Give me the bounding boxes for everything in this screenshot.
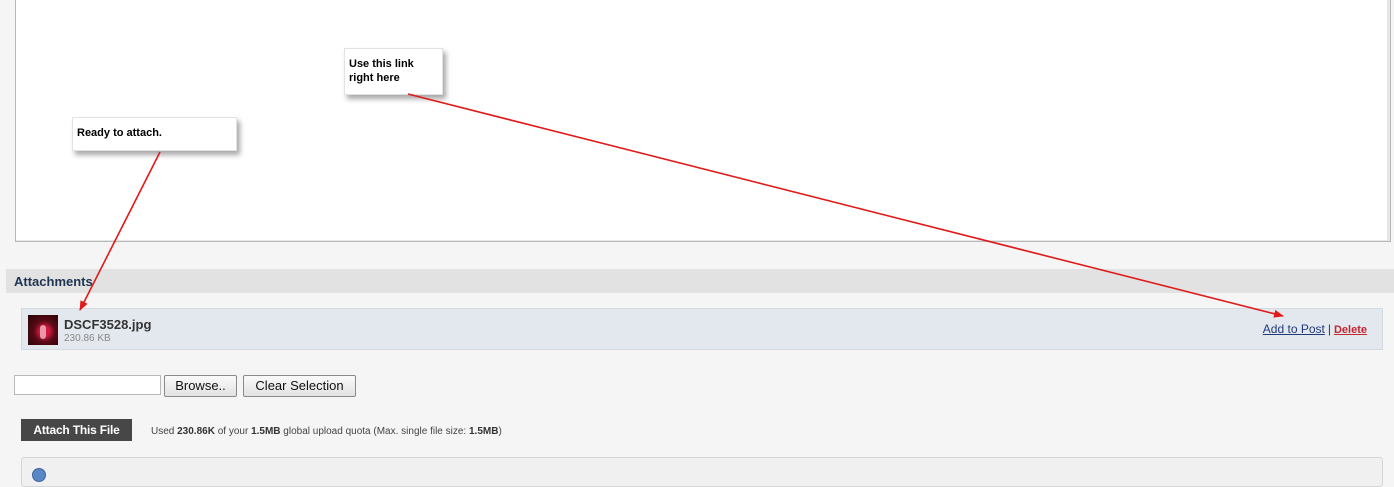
attachment-file-size: 230.86 KB [64, 333, 111, 344]
attachments-header: Attachments [6, 269, 1394, 293]
clear-selection-button[interactable]: Clear Selection [243, 375, 356, 397]
quota-max: 1.5MB [468, 426, 499, 437]
upload-quota-text: Used 230.86K of your 1.5MB global upload… [151, 426, 502, 437]
quota-prefix: Used [151, 426, 178, 437]
browse-button[interactable]: Browse.. [164, 375, 237, 397]
attachment-file-name: DSCF3528.jpg [64, 317, 152, 332]
quota-mid: of your [214, 426, 252, 437]
attach-file-button[interactable]: Attach This File [21, 419, 132, 441]
quota-used: 230.86K [177, 426, 215, 437]
info-box [21, 457, 1383, 487]
delete-attachment-link[interactable]: Delete [1334, 324, 1367, 336]
callout-ready-to-attach: Ready to attach. [72, 117, 237, 151]
attachment-item: DSCF3528.jpg 230.86 KB Add to Post | Delet… [21, 308, 1383, 350]
editor-scrollbar[interactable] [1387, 0, 1390, 241]
info-icon [32, 468, 46, 482]
callout-use-this-link: Use this link right here [344, 48, 443, 95]
add-to-post-link[interactable]: Add to Post [1263, 322, 1325, 336]
quota-suffix: global upload quota (Max. single file si… [280, 426, 469, 437]
action-separator: | [1327, 322, 1331, 336]
quota-total: 1.5MB [251, 426, 281, 437]
callout-ready-text: Ready to attach. [77, 127, 162, 139]
attachments-title: Attachments [14, 274, 93, 289]
attachment-actions: Add to Post | Delete [1263, 322, 1367, 336]
image-thumbnail-icon[interactable] [28, 315, 58, 345]
quota-close: ) [498, 426, 502, 437]
callout-link-line2: right here [349, 72, 400, 84]
file-path-input[interactable] [14, 375, 161, 395]
callout-link-line1: Use this link [349, 58, 414, 70]
